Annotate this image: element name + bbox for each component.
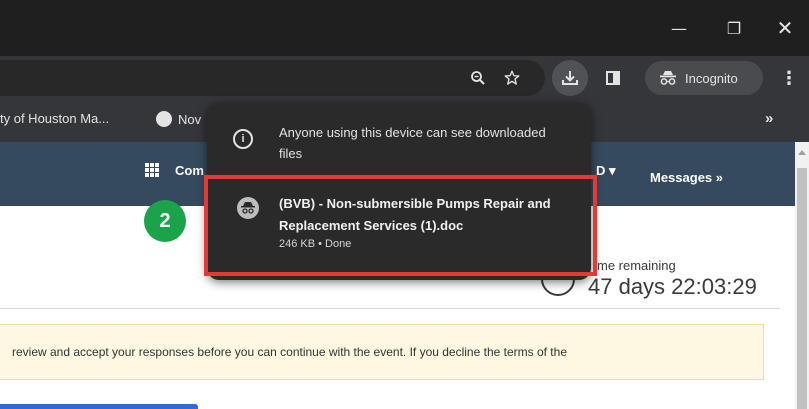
primary-button-edge[interactable] [0,404,198,409]
terms-warning-banner: review and accept your responses before … [0,324,764,380]
page-scrollbar[interactable] [795,142,809,409]
browser-menu-icon[interactable]: ⋮ [779,66,799,90]
nav-dropdown[interactable]: D ▾ [596,163,616,179]
bookmark-houston[interactable]: ty of Houston Ma... [0,111,109,126]
restore-button[interactable]: ❐ [722,16,746,40]
bookmark-nov-label: Nov [178,111,202,127]
scroll-up-arrow-icon[interactable] [798,150,806,155]
apps-grid-icon[interactable] [145,163,159,177]
info-icon: i [233,129,253,149]
scroll-thumb[interactable] [797,168,807,409]
globe-icon [156,111,172,127]
bookmark-star-icon[interactable] [500,66,524,90]
time-remaining-value: 47 days 22:03:29 [588,274,757,299]
bookmark-nov[interactable]: Nov [156,111,201,127]
terms-warning-text: review and accept your responses before … [12,345,567,359]
annotation-highlight-box [204,175,597,276]
incognito-indicator[interactable]: Incognito [645,61,763,95]
bookmarks-overflow-button[interactable]: » [765,110,773,127]
section-divider [0,308,780,309]
minimize-button[interactable]: — [667,16,691,40]
incognito-label: Incognito [685,70,738,86]
close-button[interactable]: ✕ [773,16,797,40]
nav-item-com[interactable]: Com [175,163,204,178]
time-remaining-label: me remaining [597,258,676,273]
downloads-info-text: Anyone using this device can see downloa… [279,125,546,161]
address-bar[interactable] [0,60,545,96]
download-icon[interactable] [552,60,588,96]
nav-messages-link[interactable]: Messages » [650,170,723,185]
zoom-icon[interactable] [466,66,490,90]
incognito-icon [660,71,676,85]
side-panel-icon[interactable] [601,66,625,90]
step-number-badge: 2 [144,200,186,242]
